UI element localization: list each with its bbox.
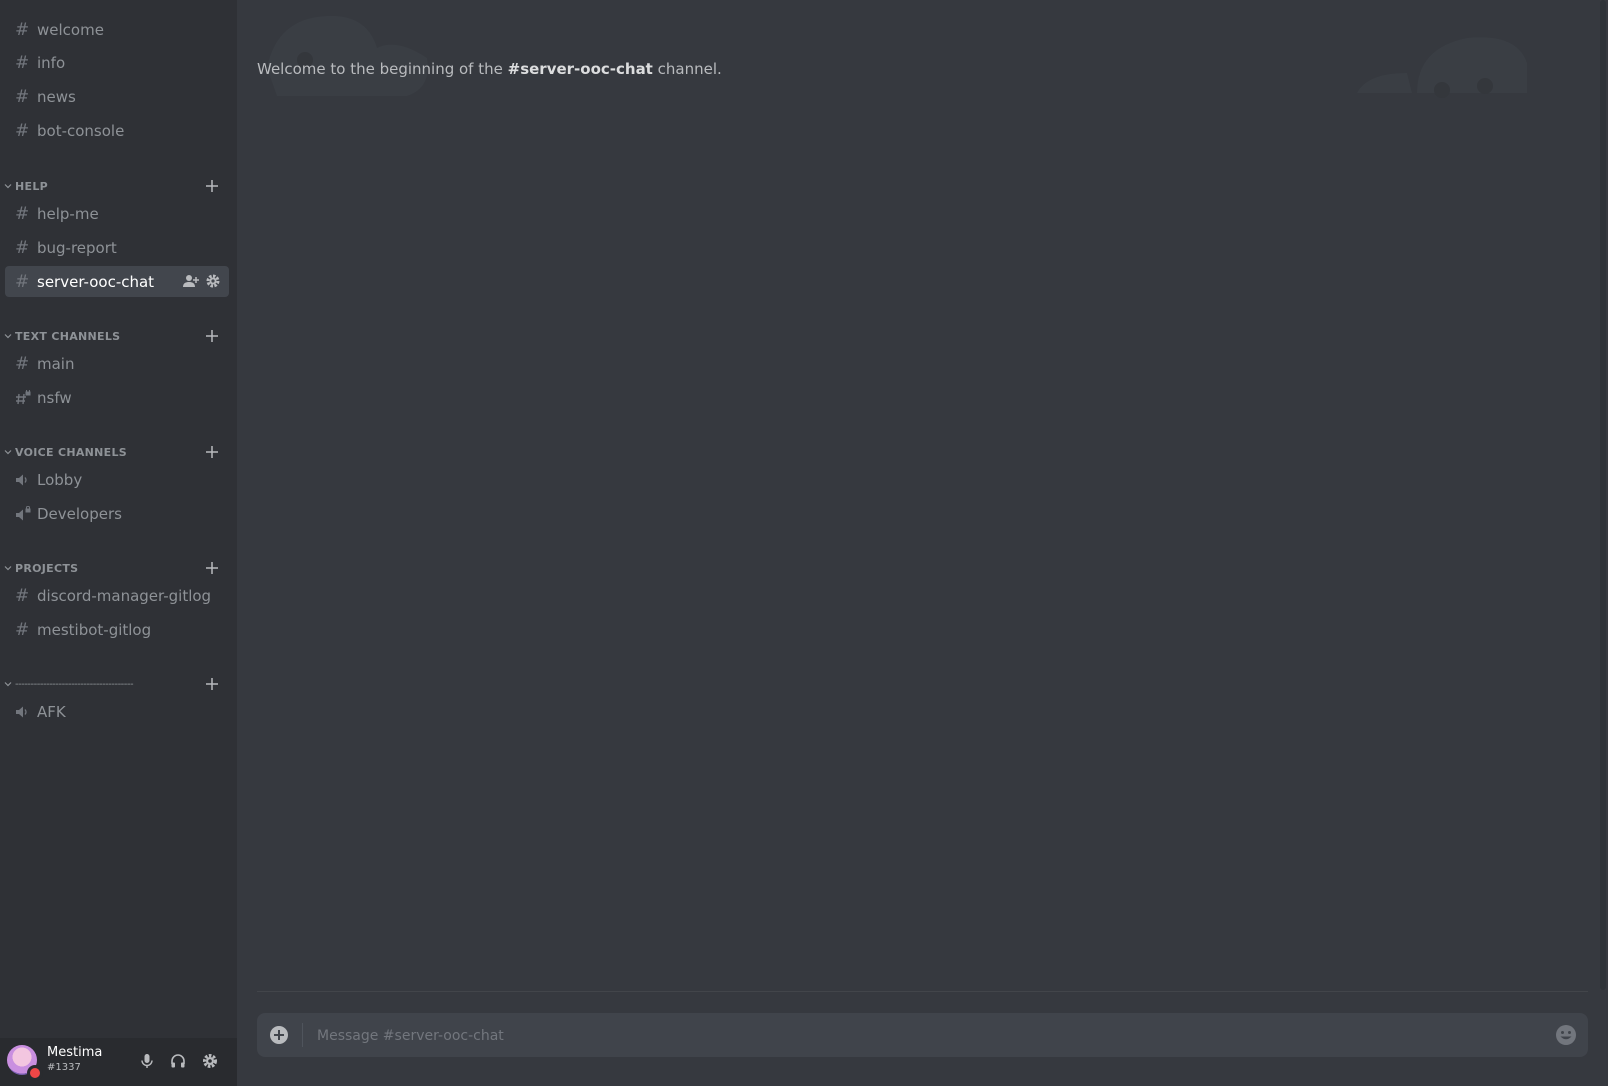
channel-bug-report[interactable]: # bug-report <box>5 232 229 263</box>
locked-hash-icon <box>15 389 33 406</box>
welcome-channel-name: #server-ooc-chat <box>507 60 653 78</box>
channel-sidebar: # welcome # info # news # bot-console HE… <box>0 0 237 1086</box>
channel-label: AFK <box>37 702 66 721</box>
channel-label: Lobby <box>37 470 83 489</box>
gear-icon[interactable] <box>205 273 221 293</box>
channel-nsfw[interactable]: nsfw <box>5 382 229 413</box>
channel-label: welcome <box>37 20 104 39</box>
hash-icon: # <box>15 237 30 258</box>
channel-mestibot-gitlog[interactable]: # mestibot-gitlog <box>5 614 229 645</box>
channel-label: bug-report <box>37 238 117 257</box>
divider <box>257 991 1588 992</box>
channel-info[interactable]: # info <box>5 47 229 78</box>
attach-plus-icon[interactable] <box>267 1023 291 1047</box>
chevron-down-icon <box>4 332 15 340</box>
channel-welcome[interactable]: # welcome <box>5 14 229 45</box>
channel-label: Developers <box>37 504 122 523</box>
category-label: -------------------------------------- <box>15 678 134 690</box>
hash-icon: # <box>15 585 30 606</box>
channel-label: help-me <box>37 204 99 223</box>
channel-label: mestibot-gitlog <box>37 620 152 639</box>
emoji-picker-icon[interactable] <box>1554 1023 1578 1047</box>
channel-news[interactable]: # news <box>5 81 229 112</box>
hash-icon: # <box>15 19 30 40</box>
hash-icon: # <box>15 353 30 374</box>
channel-discord-manager-gitlog[interactable]: # discord-manager-gitlog <box>5 580 229 611</box>
channel-label: bot-console <box>37 121 125 140</box>
category-voice-channels[interactable]: VOICE CHANNELS <box>0 443 237 461</box>
welcome-suffix: channel. <box>652 60 722 78</box>
channel-label: news <box>37 87 76 106</box>
create-channel-plus-icon[interactable] <box>205 675 219 693</box>
microphone-icon[interactable] <box>137 1051 157 1071</box>
decorative-background-art <box>267 15 428 97</box>
welcome-prefix: Welcome to the beginning of the <box>257 60 508 78</box>
category-text-channels[interactable]: TEXT CHANNELS <box>0 327 237 345</box>
hash-icon: # <box>15 271 30 292</box>
channel-help-me[interactable]: # help-me <box>5 198 229 229</box>
channel-label: main <box>37 354 75 373</box>
hash-icon: # <box>15 52 30 73</box>
chat-area: Welcome to the beginning of the #server-… <box>237 0 1608 1086</box>
voice-channel-developers[interactable]: Developers <box>5 498 229 529</box>
create-channel-plus-icon[interactable] <box>205 443 219 461</box>
category-label: HELP <box>15 179 48 193</box>
speaker-icon <box>15 705 33 719</box>
channel-main[interactable]: # main <box>5 348 229 379</box>
category-label: TEXT CHANNELS <box>15 329 121 343</box>
message-input[interactable] <box>315 1013 1519 1059</box>
divider <box>302 1023 303 1047</box>
chevron-down-icon <box>4 680 15 688</box>
username: Mestima <box>47 1045 103 1060</box>
channel-label: info <box>37 53 66 72</box>
channel-server-ooc-chat[interactable]: # server-ooc-chat <box>5 266 229 297</box>
chevron-down-icon <box>4 448 15 456</box>
chevron-down-icon <box>4 564 15 572</box>
hash-icon: # <box>15 619 30 640</box>
create-channel-plus-icon[interactable] <box>205 177 219 195</box>
invite-icon[interactable] <box>183 273 199 293</box>
hash-icon: # <box>15 86 30 107</box>
channel-label: server-ooc-chat <box>37 272 155 291</box>
category-label: VOICE CHANNELS <box>15 445 128 459</box>
speaker-icon <box>15 473 33 487</box>
user-settings-gear-icon[interactable] <box>200 1051 220 1071</box>
hash-icon: # <box>15 120 30 141</box>
chevron-down-icon <box>4 182 15 190</box>
user-tag: #1337 <box>47 1062 81 1073</box>
channel-label: nsfw <box>37 388 72 407</box>
create-channel-plus-icon[interactable] <box>205 559 219 577</box>
voice-channel-afk[interactable]: AFK <box>5 696 229 727</box>
channel-bot-console[interactable]: # bot-console <box>5 115 229 146</box>
channel-welcome-message: Welcome to the beginning of the #server-… <box>257 60 722 78</box>
headphones-icon[interactable] <box>168 1051 188 1071</box>
category-separator[interactable]: -------------------------------------- <box>0 675 237 693</box>
category-projects[interactable]: PROJECTS <box>0 559 237 577</box>
category-help[interactable]: HELP <box>0 177 237 195</box>
scrollbar[interactable] <box>1600 0 1606 990</box>
channel-label: discord-manager-gitlog <box>37 586 212 605</box>
hash-icon: # <box>15 203 30 224</box>
category-label: PROJECTS <box>15 561 79 575</box>
decorative-background-art <box>1357 37 1527 98</box>
status-dnd-icon <box>27 1065 43 1081</box>
locked-speaker-icon <box>15 505 33 522</box>
user-panel: Mestima #1337 <box>0 1038 237 1086</box>
create-channel-plus-icon[interactable] <box>205 327 219 345</box>
message-composer <box>257 1013 1588 1059</box>
voice-channel-lobby[interactable]: Lobby <box>5 464 229 495</box>
